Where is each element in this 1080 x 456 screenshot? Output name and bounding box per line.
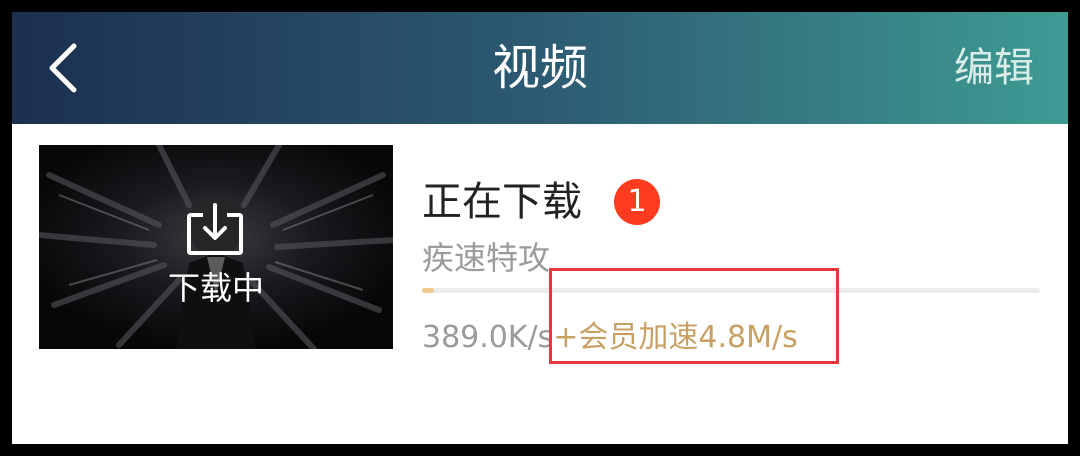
download-list-item[interactable]: 下载中 正在下载 1 疾速特攻 389.0K/s+会员加速4.8M/s <box>12 124 1068 374</box>
download-speed: 389.0K/s <box>422 320 554 355</box>
download-count-badge: 1 <box>614 179 660 225</box>
back-button[interactable] <box>36 30 106 106</box>
chevron-left-icon <box>49 43 77 93</box>
app-screen: 视频 编辑 下载中 正在下载 1 疾速特攻 389.0K/s+会员加速4.8M/… <box>12 12 1068 444</box>
video-title: 疾速特攻 <box>422 239 551 277</box>
download-progress-bar <box>422 288 1040 293</box>
download-progress-fill <box>422 288 435 293</box>
download-status-title: 正在下载 <box>422 179 582 225</box>
download-speed-row: 389.0K/s+会员加速4.8M/s <box>422 318 798 358</box>
downloading-label: 下载中 <box>167 269 264 307</box>
video-thumbnail[interactable]: 下载中 <box>39 145 393 349</box>
vip-boost-link[interactable]: +会员加速4.8M/s <box>553 320 797 355</box>
top-nav-bar: 视频 编辑 <box>12 12 1068 124</box>
download-icon <box>187 203 243 255</box>
page-title: 视频 <box>491 40 588 96</box>
edit-button[interactable]: 编辑 <box>954 12 1034 124</box>
